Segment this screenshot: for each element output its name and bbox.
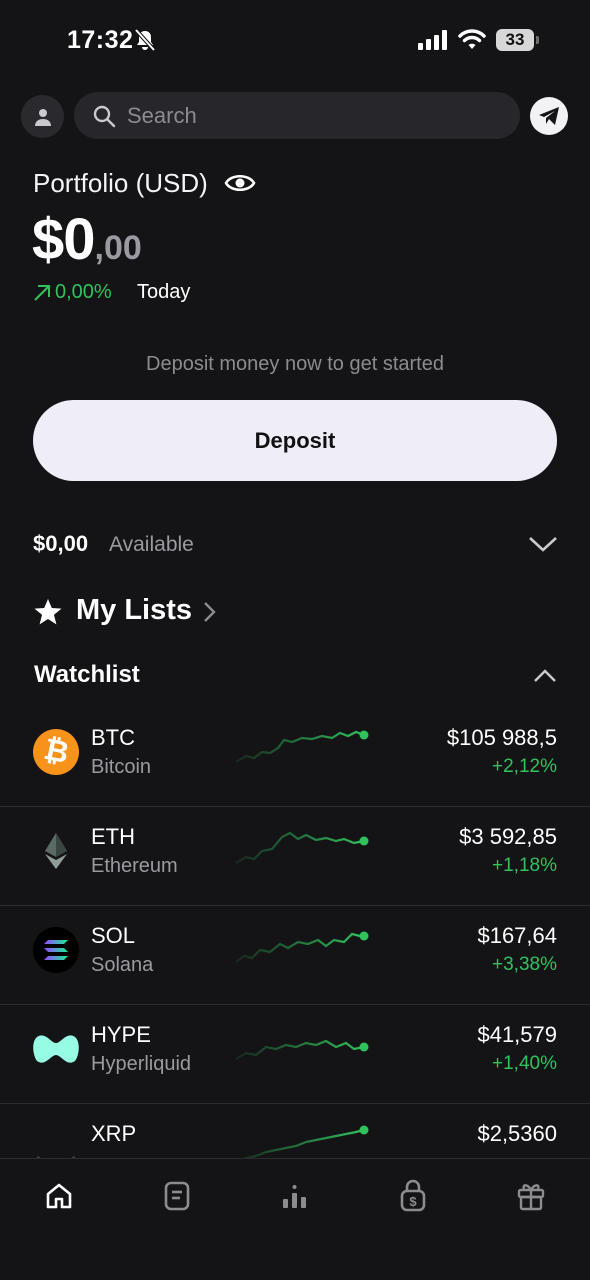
nav-earn[interactable]: $ [396,1179,430,1213]
user-icon [34,108,51,126]
change-period: Today [137,281,191,303]
cellular-signal-icon [418,30,447,50]
asset-change: +2,12% [492,756,557,777]
chevron-down-icon[interactable] [528,534,558,554]
orders-icon [164,1181,190,1211]
portfolio-title: Portfolio (USD) [33,168,208,198]
asset-name: Ethereum [91,855,178,877]
earn-icon: $ [400,1179,426,1212]
status-bar: 17:32 33 [0,0,590,80]
wifi-icon [458,29,486,49]
asset-symbol: XRP [91,1121,137,1146]
sparkline-chart [235,1125,369,1162]
search-input[interactable]: Search [74,92,520,139]
solana-logo-icon [33,927,79,973]
search-placeholder: Search [127,103,197,128]
portfolio-change: 0,00% [55,281,112,303]
portfolio-balance: $0,00 [32,206,142,273]
available-label: Available [109,533,194,556]
asset-price: $105 988,5 [446,725,557,750]
telegram-icon [539,107,559,125]
asset-price: $167,64 [477,923,557,948]
bottom-navigation: $ [0,1158,590,1280]
asset-symbol: HYPE [91,1022,151,1047]
asset-price: $41,579 [477,1022,557,1047]
asset-name: Bitcoin [91,756,152,778]
watchlist-row-btc[interactable]: ₿ BTC Bitcoin $105 988,5 +2,12% [0,708,590,807]
status-time: 17:32 [67,26,134,54]
star-icon [34,599,62,625]
deposit-button[interactable]: Deposit [33,400,557,481]
hyperliquid-logo-icon [33,1026,79,1072]
asset-change: +1,18% [492,855,557,876]
chevron-right-icon[interactable] [201,600,217,624]
asset-change: +3,38% [492,954,557,975]
arrow-up-right-icon [34,285,50,301]
gift-icon [517,1184,545,1211]
ethereum-logo-icon [33,828,79,874]
battery-indicator: 33 [496,29,540,51]
bell-muted-icon [134,28,156,52]
sparkline-chart [235,730,369,763]
profile-avatar-button[interactable] [21,95,64,138]
watchlist-row-sol[interactable]: SOL Solana $167,64 +3,38% [0,906,590,1005]
markets-icon [283,1185,306,1208]
bitcoin-logo-icon: ₿ [33,729,79,775]
watchlist-title: Watchlist [34,661,140,688]
search-icon [93,105,116,128]
asset-price: $2,5360 [477,1121,557,1146]
svg-text:$: $ [409,1194,417,1209]
balance-main: $0 [32,207,96,272]
nav-home[interactable] [42,1179,76,1213]
sparkline-chart [235,1039,369,1060]
watchlist-row-eth[interactable]: ETH Ethereum $3 592,85 +1,18% [0,807,590,906]
nav-rewards[interactable] [514,1179,548,1213]
asset-name: Solana [91,954,154,976]
asset-symbol: ETH [91,824,135,849]
sparkline-chart [235,931,369,963]
asset-symbol: SOL [91,923,136,948]
my-lists-link[interactable]: My Lists [76,594,192,627]
balance-cents: ,00 [94,229,142,267]
home-icon [46,1183,72,1209]
eye-icon[interactable] [224,171,256,195]
asset-name: Hyperliquid [91,1053,192,1075]
asset-price: $3 592,85 [459,824,557,849]
deposit-hint: Deposit money now to get started [146,353,444,375]
sparkline-chart [235,831,369,864]
battery-level: 33 [496,29,534,51]
watchlist-row-hype[interactable]: HYPE Hyperliquid $41,579 +1,40% [0,1005,590,1104]
asset-symbol: BTC [91,725,135,750]
telegram-button[interactable] [530,97,568,135]
nav-markets[interactable] [278,1179,312,1213]
available-amount: $0,00 [33,531,89,556]
chevron-up-icon[interactable] [533,668,557,684]
nav-orders[interactable] [160,1179,194,1213]
asset-change: +1,40% [492,1053,557,1074]
